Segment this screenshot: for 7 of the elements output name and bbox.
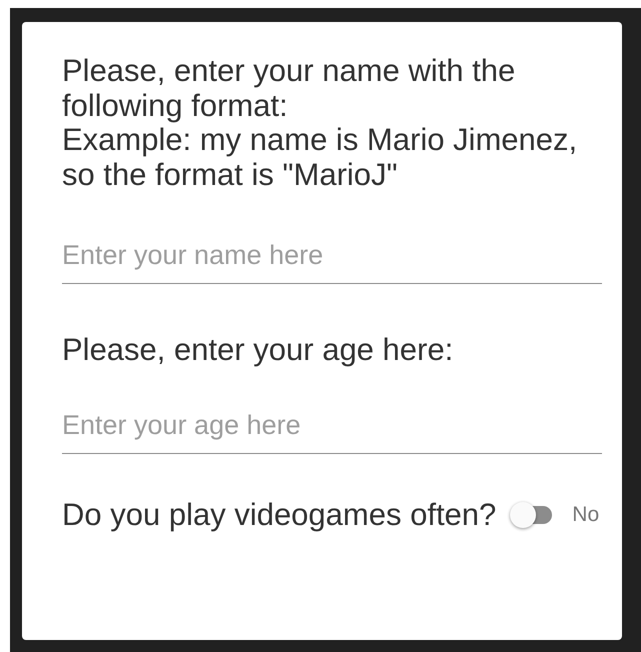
- name-input-field[interactable]: Enter your name here: [62, 232, 602, 284]
- instruction-text: Example: my name is Mario Jimenez, so the format is "MarioJ": [62, 123, 578, 192]
- instruction-text: Please, enter your name with the following format:: [62, 54, 516, 123]
- videogames-label: Do you play videogames often?: [62, 497, 496, 533]
- age-label: Please, enter your age here:: [62, 332, 454, 368]
- age-input-field[interactable]: Enter your age here: [62, 402, 602, 454]
- switch-value: No: [572, 503, 600, 527]
